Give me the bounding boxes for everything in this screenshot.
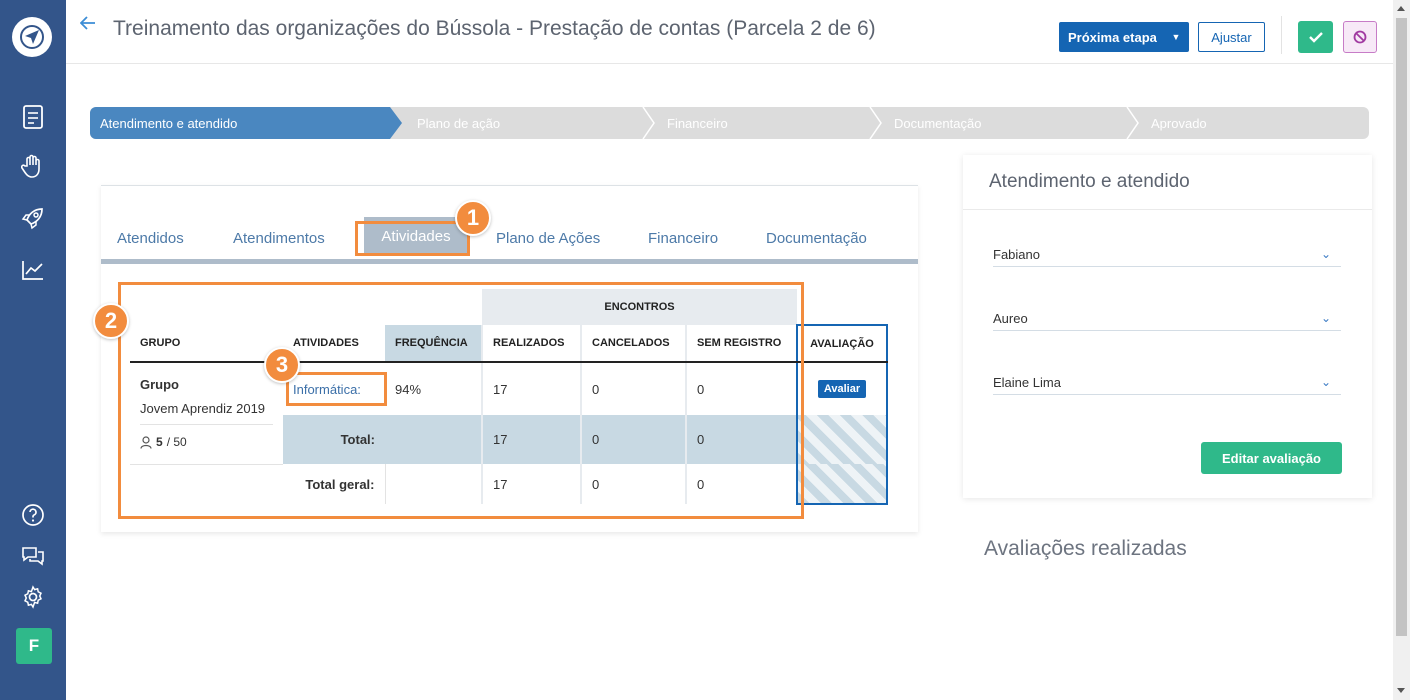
person-name: Aureo (993, 311, 1028, 326)
back-arrow-icon[interactable] (79, 14, 96, 35)
total-avaliacao (796, 415, 888, 464)
step-documentacao[interactable]: Documentação (894, 107, 981, 139)
check-icon (1308, 32, 1323, 43)
person-select-elaine[interactable]: Elaine Lima ⌄ (993, 375, 1341, 395)
scrollbar-thumb[interactable] (1396, 18, 1407, 636)
annotation-number-3: 3 (264, 347, 300, 383)
person-select-fabiano[interactable]: Fabiano ⌄ (993, 247, 1341, 267)
annotation-number-2: 2 (93, 303, 129, 339)
col-avaliacao: AVALIAÇÃO (796, 324, 888, 363)
hand-heart-icon[interactable] (18, 152, 48, 182)
annotation-box-2 (118, 282, 804, 519)
scrollbar[interactable] (1393, 0, 1410, 700)
evaluation-panel: Atendimento e atendido Fabiano ⌄ Aureo ⌄… (963, 155, 1372, 498)
avaliar-button[interactable]: Avaliar (817, 380, 867, 398)
step-separator (1126, 107, 1139, 139)
chevron-down-icon[interactable]: ⌄ (1321, 247, 1331, 261)
topbar: Treinamento das organizações do Bússola … (66, 0, 1393, 64)
chart-line-icon[interactable] (18, 255, 48, 285)
chevron-down-icon[interactable]: ⌄ (1321, 311, 1331, 325)
tab-documentacao[interactable]: Documentação (766, 230, 867, 247)
help-icon[interactable] (18, 500, 48, 530)
step-separator (869, 107, 882, 139)
evaluations-title: Avaliações realizadas (984, 537, 1187, 560)
step-plano-acao[interactable]: Plano de ação (417, 107, 500, 139)
page-title: Treinamento das organizações do Bússola … (113, 17, 876, 40)
person-name: Elaine Lima (993, 375, 1061, 390)
next-step-label: Próxima etapa (1068, 29, 1157, 45)
toolbar-divider (1281, 16, 1282, 54)
ban-icon (1353, 30, 1367, 44)
scroll-up-icon[interactable] (1397, 6, 1405, 11)
document-icon[interactable] (18, 102, 48, 132)
panel-title: Atendimento e atendido (989, 171, 1190, 192)
caret-down-icon[interactable]: ▼ (1163, 22, 1189, 52)
tab-financeiro[interactable]: Financeiro (648, 230, 718, 247)
tab-atendimentos[interactable]: Atendimentos (233, 230, 325, 247)
step-atendimento[interactable]: Atendimento e atendido (90, 107, 402, 139)
step-financeiro[interactable]: Financeiro (667, 107, 728, 139)
workflow-stepper: Atendimento e atendido Plano de ação Fin… (90, 107, 1369, 139)
user-avatar[interactable]: F (16, 628, 52, 664)
edit-evaluation-button[interactable]: Editar avaliação (1201, 442, 1342, 474)
reject-button[interactable] (1343, 21, 1377, 53)
cell-avaliacao: Avaliar (796, 362, 888, 415)
chevron-down-icon[interactable]: ⌄ (1321, 375, 1331, 389)
chat-icon[interactable] (18, 541, 48, 571)
tab-atendidos[interactable]: Atendidos (117, 230, 184, 247)
scroll-down-icon[interactable] (1397, 688, 1405, 693)
next-step-button[interactable]: Próxima etapa ▼ (1059, 22, 1189, 52)
panel-divider (963, 209, 1372, 210)
person-select-aureo[interactable]: Aureo ⌄ (993, 311, 1341, 331)
sidebar: F (0, 0, 66, 700)
gear-icon[interactable] (18, 582, 48, 612)
step-separator (642, 107, 655, 139)
rocket-icon[interactable] (18, 203, 48, 233)
approve-button[interactable] (1298, 21, 1333, 53)
person-name: Fabiano (993, 247, 1040, 262)
tab-plano-acoes[interactable]: Plano de Ações (496, 230, 600, 247)
annotation-number-1: 1 (455, 200, 491, 236)
total-geral-avaliacao (796, 464, 888, 505)
compass-logo-icon[interactable] (12, 17, 52, 57)
annotation-box-1 (355, 221, 470, 256)
tab-underline (101, 259, 918, 264)
adjust-button[interactable]: Ajustar (1198, 22, 1265, 52)
annotation-box-3 (286, 372, 387, 406)
step-aprovado[interactable]: Aprovado (1151, 107, 1207, 139)
